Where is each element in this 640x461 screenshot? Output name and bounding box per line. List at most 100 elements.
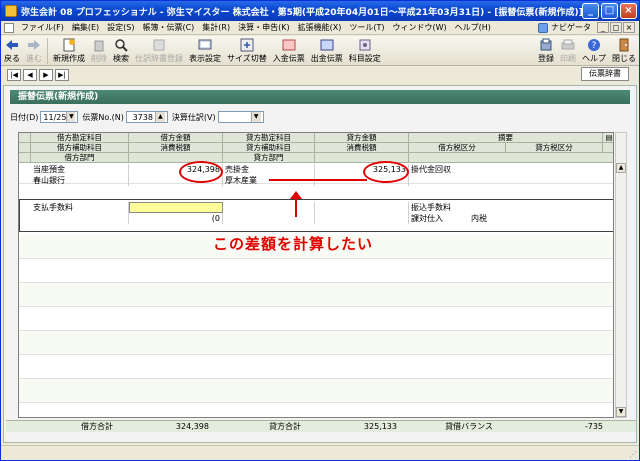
mdi-minimize-button[interactable]: _ [597, 22, 609, 33]
grid-header-row-2: 借方補助科目 消費税額 貸方補助科目 消費税額 借方税区分 貸方税区分 [19, 143, 613, 153]
forward-button[interactable]: 進む [23, 36, 45, 64]
date-label: 日付(D) [10, 112, 39, 122]
date-dropdown-icon[interactable]: ▼ [66, 112, 76, 122]
print-button[interactable]: 印刷 [557, 36, 579, 64]
delete-button[interactable]: 削除 [88, 36, 110, 64]
display-settings-label: 表示設定 [189, 54, 221, 63]
menu-file[interactable]: ファイル(F) [17, 22, 68, 33]
menu-summary[interactable]: 集計(R) [198, 22, 234, 33]
grid-scrollbar[interactable]: ▲ ▼ [615, 132, 627, 418]
svg-text:?: ? [592, 41, 597, 51]
memo-edit-icon[interactable]: ▤ [603, 133, 613, 143]
row2-debit-tax[interactable]: (0 [129, 213, 223, 224]
menu-closing[interactable]: 決算・申告(K) [234, 22, 294, 33]
menu-extensions[interactable]: 拡張機能(X) [294, 22, 346, 33]
payment-slip-label: 出金伝票 [310, 54, 343, 63]
close-form-button[interactable]: 閉じる [609, 36, 639, 64]
back-button[interactable]: 戻る [1, 36, 23, 64]
menu-window[interactable]: ウィンドウ(W) [388, 22, 450, 33]
annotation-connector [269, 179, 367, 181]
register-label: 登録 [538, 54, 554, 63]
col-debit-amount: 借方金額 [129, 133, 223, 143]
table-row[interactable] [19, 259, 613, 283]
menu-help[interactable]: ヘルプ(H) [451, 22, 495, 33]
close-form-label: 閉じる [612, 54, 636, 63]
row1-debit-sub[interactable]: 春山銀行 [31, 175, 129, 186]
mdi-close-button[interactable]: × [623, 22, 635, 33]
row2-debit-account[interactable]: 支払手数料 [31, 202, 129, 213]
deposit-slip-button[interactable]: 入金伝票 [270, 36, 308, 64]
account-settings-button[interactable]: 科目設定 [346, 36, 384, 64]
closing-entry-select[interactable]: ▼ [217, 111, 264, 123]
col-credit-tax: 消費税額 [315, 143, 409, 153]
menu-ledger[interactable]: 帳簿・伝票(C) [138, 22, 198, 33]
annotation-text: この差額を計算したい [213, 235, 374, 253]
maximize-button[interactable]: □ [601, 3, 618, 19]
new-label: 新規作成 [53, 54, 85, 63]
minimize-button[interactable]: _ [582, 3, 599, 19]
prev-record-button[interactable]: ◀ [23, 69, 37, 81]
annotation-arrow [295, 193, 297, 217]
search-button[interactable]: 検索 [110, 36, 132, 64]
next-record-button[interactable]: ▶ [39, 69, 53, 81]
close-window-button[interactable]: × [620, 3, 637, 19]
help-icon: ? [586, 38, 602, 52]
table-row[interactable] [19, 403, 613, 417]
col-credit-account: 貸方勘定科目 [223, 133, 315, 143]
row2-credit-tax-class[interactable]: 内税 [469, 213, 529, 224]
balance-label: 貸借バランス [445, 422, 493, 431]
table-row[interactable] [19, 355, 613, 379]
table-row[interactable] [19, 283, 613, 307]
account-settings-icon [357, 38, 373, 52]
row2-debit-amount-input[interactable] [129, 202, 223, 213]
size-switch-label: サイズ切替 [227, 54, 267, 63]
payment-slip-button[interactable]: 出金伝票 [308, 36, 346, 64]
journal-dictionary-button[interactable]: 仕訳辞書登録 [132, 36, 186, 64]
row2-line2: (0 課対仕入 内税 [19, 213, 613, 224]
slip-no-spinner-icon[interactable]: ▲ [154, 112, 165, 122]
forward-arrow-icon [26, 38, 42, 52]
col-memo: 摘要 [409, 133, 603, 143]
deposit-slip-label: 入金伝票 [272, 54, 305, 63]
forward-label: 進む [26, 54, 42, 63]
table-row[interactable] [19, 307, 613, 331]
slip-no-value: 3738 [132, 112, 153, 122]
slip-no-field[interactable]: 3738 ▲ [125, 111, 168, 123]
date-field[interactable]: 11/25 ▼ [40, 111, 79, 123]
table-row[interactable] [19, 379, 613, 403]
table-row[interactable] [19, 331, 613, 355]
slip-dictionary-button[interactable]: 伝票辞書 [581, 67, 629, 81]
search-icon [113, 38, 129, 52]
display-settings-button[interactable]: 表示設定 [186, 36, 224, 64]
help-button[interactable]: ? ヘルプ [579, 36, 609, 64]
first-record-button[interactable]: |◀ [7, 69, 21, 81]
row2-debit-tax-class[interactable]: 課対仕入 [409, 213, 469, 224]
slip-form: 振替伝票(新規作成) 日付(D) 11/25 ▼ 伝票No.(N) 3738 ▲ 決… [3, 85, 637, 443]
navigator-label: ナビゲータ [551, 23, 591, 32]
col-debit-sub: 借方補助科目 [31, 143, 129, 153]
balance-value: -735 [584, 422, 603, 431]
menu-settings[interactable]: 設定(S) [103, 22, 138, 33]
mdi-restore-button[interactable]: ◻ [610, 22, 622, 33]
closing-dropdown-icon[interactable]: ▼ [250, 112, 261, 122]
size-switch-button[interactable]: サイズ切替 [224, 36, 270, 64]
menu-edit[interactable]: 編集(E) [68, 22, 103, 33]
row1-debit-account[interactable]: 当座預金 [31, 164, 129, 175]
register-button[interactable]: 登録 [535, 36, 557, 64]
search-label: 検索 [113, 54, 129, 63]
col-debit-tax-class: 借方税区分 [409, 143, 506, 153]
row1-memo[interactable]: 掛代金回収 [409, 164, 603, 175]
menu-tools[interactable]: ツール(T) [345, 22, 388, 33]
journal-grid: 借方勘定科目 借方金額 貸方勘定科目 貸方金額 摘要 ▤ 借方補助科目 消費税額… [18, 132, 614, 418]
navigator-button[interactable]: ナビゲータ _ ◻ × [538, 22, 639, 33]
row1-credit-account[interactable]: 売掛金 [223, 164, 315, 175]
resize-grip-icon[interactable]: ⋰ [629, 450, 637, 459]
date-value: 11/25 [43, 112, 67, 122]
scroll-down-icon[interactable]: ▼ [616, 407, 626, 417]
grid-header-row-1: 借方勘定科目 借方金額 貸方勘定科目 貸方金額 摘要 ▤ [19, 133, 613, 143]
last-record-button[interactable]: ▶| [55, 69, 69, 81]
row2-memo[interactable]: 振込手数料 [409, 202, 603, 213]
scroll-up-icon[interactable]: ▲ [616, 163, 626, 173]
col-credit-tax-class: 貸方税区分 [506, 143, 603, 153]
new-button[interactable]: 新規作成 [50, 36, 88, 64]
